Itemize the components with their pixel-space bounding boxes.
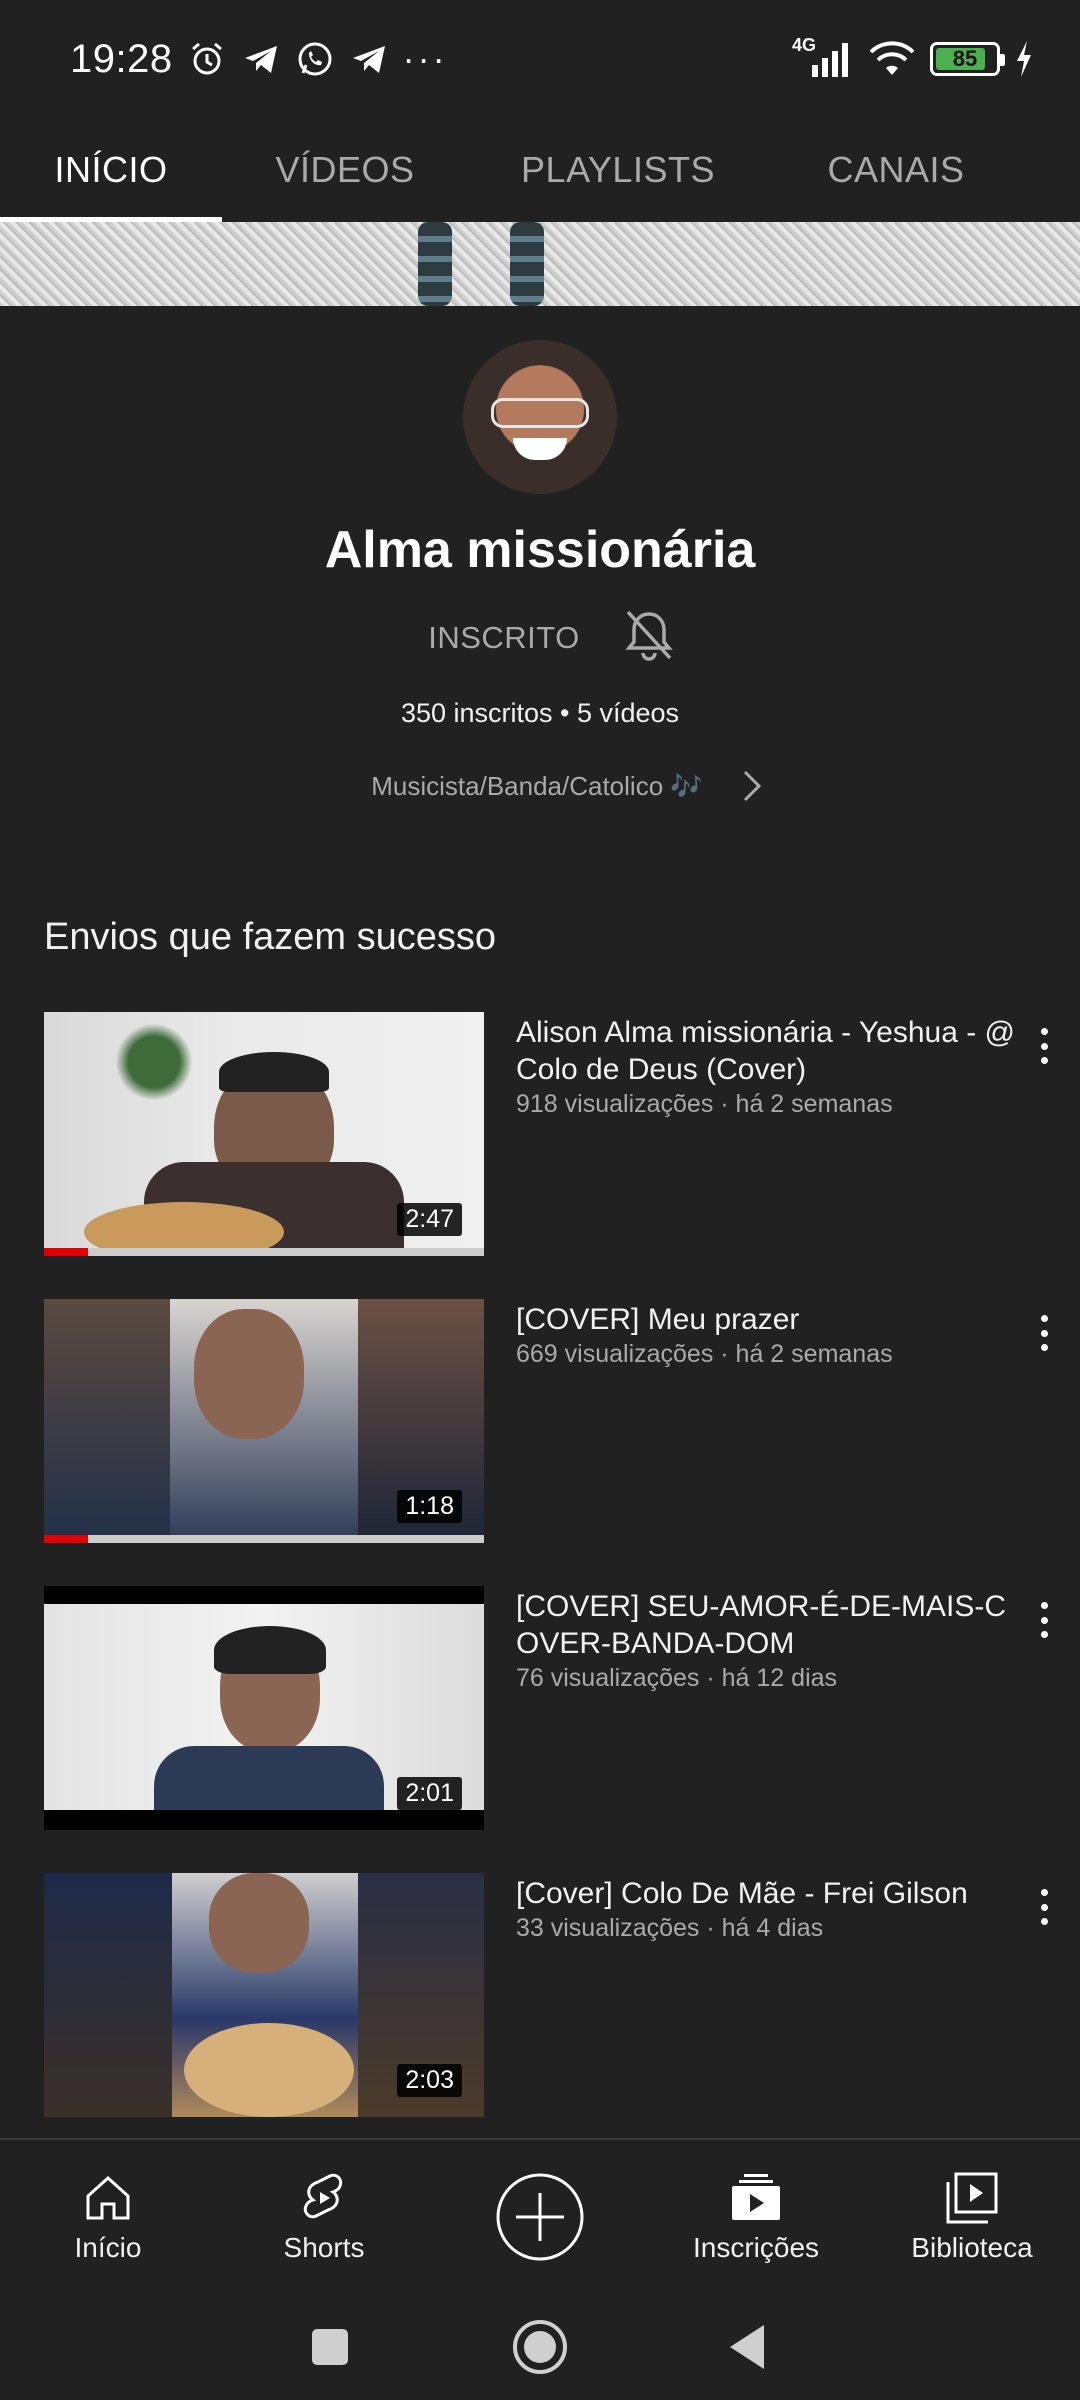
video-thumbnail[interactable]: 2:03: [44, 1873, 484, 2117]
telegram-icon: [352, 46, 385, 73]
video-item[interactable]: 2:01 [COVER] SEU-AMOR-É-DE-MAIS-COVER-BA…: [44, 1586, 1064, 1830]
video-meta: 33 visualizações · há 4 dias: [516, 1914, 824, 1942]
charging-icon: [1017, 41, 1031, 77]
nav-library[interactable]: Biblioteca: [864, 2140, 1080, 2294]
battery-level: 85: [952, 46, 978, 71]
bell-off-icon: [625, 610, 673, 661]
notifications-off-button[interactable]: [620, 606, 678, 669]
video-meta: 669 visualizações · há 2 semanas: [516, 1340, 893, 1368]
nav-subscriptions[interactable]: Inscrições: [648, 2140, 864, 2294]
more-options-icon[interactable]: [1024, 1596, 1064, 1644]
channel-avatar[interactable]: [463, 340, 617, 494]
video-thumbnail[interactable]: 1:18: [44, 1299, 484, 1543]
watch-progress: [44, 1535, 484, 1543]
bottom-navigation: Início Shorts Inscrições Biblioteca: [0, 2138, 1080, 2294]
nav-library-label: Biblioteca: [911, 2232, 1033, 2263]
nav-shorts-label: Shorts: [283, 2232, 365, 2263]
more-options-icon[interactable]: [1024, 1309, 1064, 1357]
section-title: Envios que fazem sucesso: [44, 916, 497, 958]
status-time: 19:28: [70, 36, 173, 81]
whatsapp-icon: [298, 42, 332, 76]
video-meta: 76 visualizações · há 12 dias: [516, 1664, 838, 1692]
channel-description: Musicista/Banda/Catolico 🎶: [371, 770, 703, 801]
home-icon: [86, 2175, 130, 2220]
video-title: [COVER] SEU-AMOR-É-DE-MAIS-COVER-BANDA-D…: [516, 1590, 1007, 1660]
recents-icon[interactable]: [300, 2317, 360, 2377]
status-bar: 19:28 ··· 4G 85: [0, 0, 1080, 118]
channel-tabs: INÍCIO VÍDEOS PLAYLISTS CANAIS: [0, 118, 1080, 222]
video-item[interactable]: 2:47 Alison Alma missionária - Yeshua - …: [44, 1012, 1064, 1256]
nav-subscriptions-label: Inscrições: [692, 2232, 820, 2263]
nav-create[interactable]: [432, 2140, 648, 2294]
battery-icon: 85: [930, 42, 1005, 76]
back-icon[interactable]: [720, 2317, 780, 2377]
video-title: [Cover] Colo De Mãe - Frei Gilson: [516, 1877, 968, 1910]
video-thumbnail[interactable]: 2:01: [44, 1586, 484, 1830]
tab-videos[interactable]: VÍDEOS: [222, 118, 468, 222]
shorts-icon: [303, 2173, 343, 2219]
system-navigation: [0, 2294, 1080, 2400]
channel-banner: [0, 222, 1080, 306]
telegram-icon: [244, 46, 277, 73]
more-notifications-icon: ···: [402, 38, 448, 79]
subscriptions-icon: [732, 2174, 780, 2220]
video-item[interactable]: 1:18 [COVER] Meu prazer 669 visualizaçõe…: [44, 1299, 1064, 1543]
video-duration: 2:47: [397, 1203, 462, 1236]
tab-canais[interactable]: CANAIS: [768, 118, 1024, 222]
subscribed-button[interactable]: INSCRITO: [402, 620, 580, 656]
create-icon: [496, 2173, 584, 2261]
more-options-icon[interactable]: [1024, 1883, 1064, 1931]
video-thumbnail[interactable]: 2:47: [44, 1012, 484, 1256]
home-button-icon[interactable]: [510, 2317, 570, 2377]
video-duration: 1:18: [397, 1490, 462, 1523]
tab-inicio[interactable]: INÍCIO: [0, 118, 222, 222]
video-meta: 918 visualizações · há 2 semanas: [516, 1090, 893, 1118]
video-duration: 2:03: [397, 2064, 462, 2097]
video-item[interactable]: 2:03 [Cover] Colo De Mãe - Frei Gilson 3…: [44, 1873, 1064, 2117]
nav-home-label: Início: [74, 2232, 142, 2263]
library-icon: [946, 2172, 998, 2224]
nav-home[interactable]: Início: [0, 2140, 216, 2294]
tab-playlists[interactable]: PLAYLISTS: [468, 118, 768, 222]
video-duration: 2:01: [397, 1777, 462, 1810]
network-type: 4G: [792, 35, 817, 55]
nav-shorts[interactable]: Shorts: [216, 2140, 432, 2294]
alarm-icon: [191, 42, 222, 75]
chevron-right-icon: [743, 770, 761, 802]
video-title: Alison Alma missionária - Yeshua - @Colo…: [516, 1016, 1016, 1086]
video-title: [COVER] Meu prazer: [516, 1303, 800, 1336]
watch-progress: [44, 1248, 484, 1256]
channel-name: Alma missionária: [324, 521, 756, 579]
more-options-icon[interactable]: [1024, 1022, 1064, 1070]
channel-description-row[interactable]: Musicista/Banda/Catolico 🎶: [0, 766, 1080, 806]
signal-icon: 4G: [792, 35, 854, 79]
wifi-icon: [869, 41, 915, 75]
channel-stats: 350 inscritos • 5 vídeos: [400, 698, 680, 728]
